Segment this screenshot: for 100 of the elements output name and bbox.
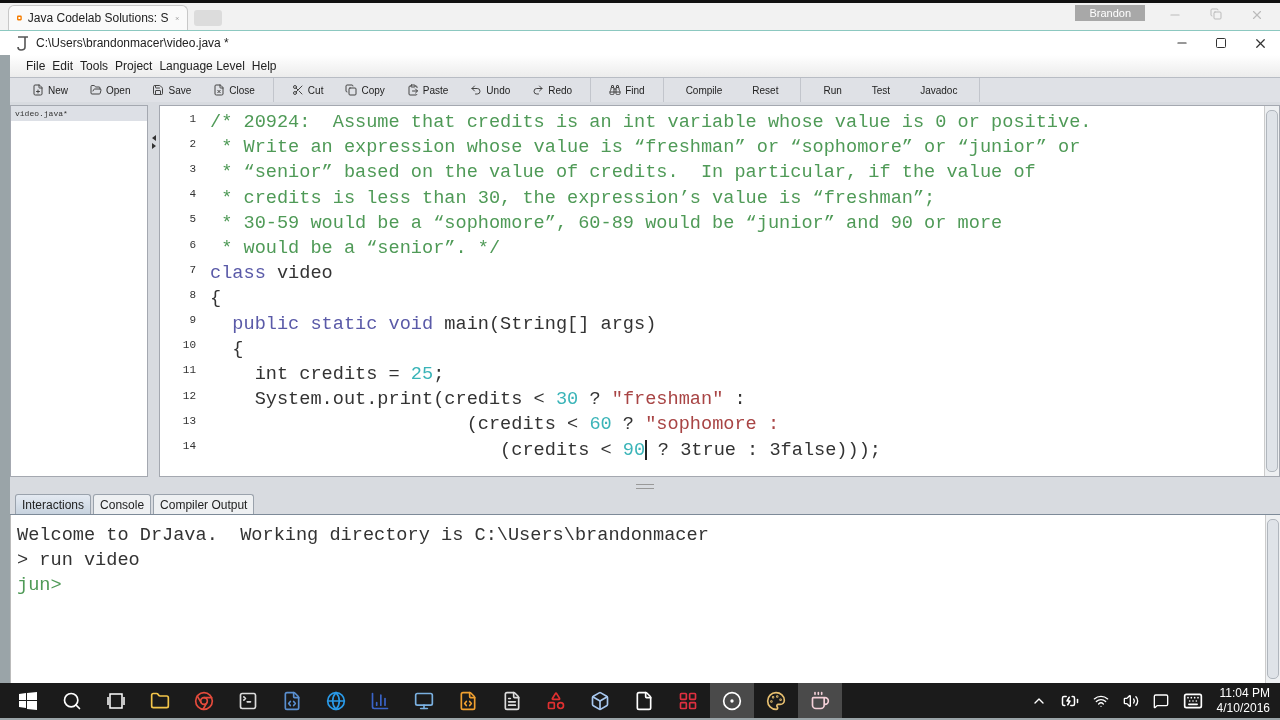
- line-number: 5: [188, 213, 197, 226]
- taskbar-app[interactable]: [798, 683, 842, 718]
- coffee-cup-icon: [810, 690, 830, 711]
- code-line: (credits < 90 ? 3true : 3false)));: [499, 439, 881, 461]
- menu-item[interactable]: Project: [115, 59, 153, 73]
- toolbar-button[interactable]: Find: [601, 80, 653, 100]
- save-icon: [152, 84, 165, 96]
- line-number: 6: [188, 238, 197, 251]
- console-line: > run video: [17, 550, 141, 574]
- code-line: {: [210, 288, 222, 310]
- console-line: Welcome to DrJava. Working directory is C:\Users\brandonmacer: [17, 525, 710, 548]
- scrollbar[interactable]: [1265, 515, 1280, 683]
- code-line: * 30-59 would be a “sophomore”, 60-89 would be “junior” and 90 or more: [220, 212, 1003, 234]
- line-number: 2: [188, 137, 197, 150]
- windows-logo-icon: [19, 691, 37, 710]
- monitor-icon: [414, 690, 434, 711]
- line-number: 8: [188, 288, 197, 301]
- line-number: 7: [188, 263, 197, 276]
- line-number: 14: [181, 440, 197, 453]
- toolbar-button[interactable]: Javadoc: [908, 80, 970, 100]
- taskbar-app[interactable]: [710, 683, 754, 718]
- toolbar-button[interactable]: Test: [859, 80, 903, 100]
- toolbar-button[interactable]: Redo: [524, 80, 581, 100]
- panel-tab[interactable]: Console: [93, 494, 152, 514]
- palette-icon: [766, 690, 786, 711]
- globe-icon: [326, 690, 346, 711]
- code-line: /* 20924: Assume that credits is an int variable whose value is 0 or positive.: [210, 112, 1092, 134]
- line-number: 9: [188, 314, 197, 327]
- task-view-icon: [107, 692, 125, 709]
- menu-item[interactable]: File: [26, 59, 46, 73]
- clock-date: 4/10/2016: [1216, 700, 1270, 716]
- line-number: 3: [188, 162, 197, 175]
- text-document-icon: [502, 690, 522, 711]
- code-line: * “senior” based on the value of credits. In particular, if the value of: [220, 162, 1036, 184]
- folder-icon: [90, 84, 102, 96]
- toolbar-button[interactable]: New: [24, 80, 76, 100]
- panel-tab[interactable]: Compiler Output: [153, 494, 255, 514]
- code-line: System.out.print(credits < 30 ? "freshman" :: [253, 389, 746, 411]
- toolbar-button[interactable]: Open: [82, 80, 139, 100]
- toolbar-button[interactable]: Reset: [740, 80, 791, 100]
- toolbar-button[interactable]: Close: [205, 80, 263, 100]
- folder-icon: [150, 690, 170, 711]
- panel-tab[interactable]: Interactions: [15, 494, 92, 514]
- document-list-entry[interactable]: video.java*: [11, 106, 147, 121]
- splitter-grip[interactable]: [636, 483, 654, 489]
- terminal-icon: [238, 690, 258, 711]
- volume-icon[interactable]: [1122, 692, 1139, 709]
- menu-item[interactable]: Language Level: [159, 59, 245, 73]
- app-logo-icon: [16, 35, 30, 51]
- code-line: int credits = 25;: [253, 363, 445, 385]
- code-line: class video: [210, 263, 333, 285]
- toolbar-button[interactable]: Compile: [673, 80, 735, 100]
- code-line: * would be a “senior”. */: [220, 238, 501, 260]
- window-title: C:\Users\brandonmacer\video.java *: [36, 36, 229, 50]
- line-number: 4: [188, 188, 197, 201]
- shapes-icon: [546, 690, 566, 711]
- chart-icon: [370, 690, 390, 711]
- menu-item[interactable]: Edit: [52, 59, 74, 73]
- cube-icon: [590, 690, 610, 711]
- console-line: jun>: [17, 575, 63, 599]
- toolbar-button[interactable]: Undo: [462, 80, 519, 100]
- undo-icon: [470, 84, 483, 96]
- line-number: 10: [181, 339, 197, 352]
- code-line: (credits < 60 ? "sophomore :: [465, 414, 780, 436]
- grid-icon: [678, 690, 698, 711]
- line-number: 11: [181, 364, 197, 377]
- binoculars-icon: [609, 84, 622, 96]
- maximize-icon[interactable]: [1215, 37, 1227, 49]
- toolbar-button[interactable]: Copy: [337, 80, 393, 100]
- toolbar-button[interactable]: Run: [811, 80, 854, 100]
- code-line: public static void main(String[] args): [231, 313, 657, 335]
- code-editor-icon: [458, 690, 478, 711]
- toolbar-button[interactable]: Cut: [283, 80, 332, 100]
- search-icon: [62, 690, 82, 711]
- line-number: 12: [181, 389, 197, 402]
- document-icon: [634, 690, 654, 711]
- browser-tab[interactable]: Java Codelab Solutions: S: [8, 5, 188, 30]
- toolbar-button[interactable]: Save: [144, 80, 200, 100]
- copy-icon: [345, 84, 358, 96]
- browser-tab-title: Java Codelab Solutions: S: [27, 11, 169, 25]
- collapse-arrows-icon[interactable]: [150, 135, 157, 149]
- toolbar-button[interactable]: Paste: [398, 80, 457, 100]
- code-line: * credits is less than 30, the expression’s value is “freshman”;: [220, 187, 936, 209]
- line-number: 13: [181, 414, 197, 427]
- scissors-icon: [291, 84, 304, 96]
- line-number: 1: [188, 112, 197, 125]
- code-line: * Write an expression whose value is “freshman” or “sophomore” or “junior” or: [220, 137, 1081, 159]
- close-file-icon: [213, 84, 226, 96]
- menu-item[interactable]: Tools: [80, 59, 109, 73]
- record-icon: [722, 690, 742, 711]
- browser-icon: [194, 690, 214, 711]
- notifications-icon[interactable]: [1152, 692, 1169, 709]
- menu-item[interactable]: Help: [251, 59, 277, 73]
- code-line: {: [231, 338, 244, 360]
- clipboard-icon: [406, 84, 419, 96]
- scrollbar[interactable]: [1264, 106, 1279, 476]
- new-file-icon: [32, 84, 44, 96]
- code-file-icon: [282, 690, 302, 711]
- clock-time: 11:04 PM: [1219, 685, 1270, 701]
- redo-icon: [532, 84, 545, 96]
